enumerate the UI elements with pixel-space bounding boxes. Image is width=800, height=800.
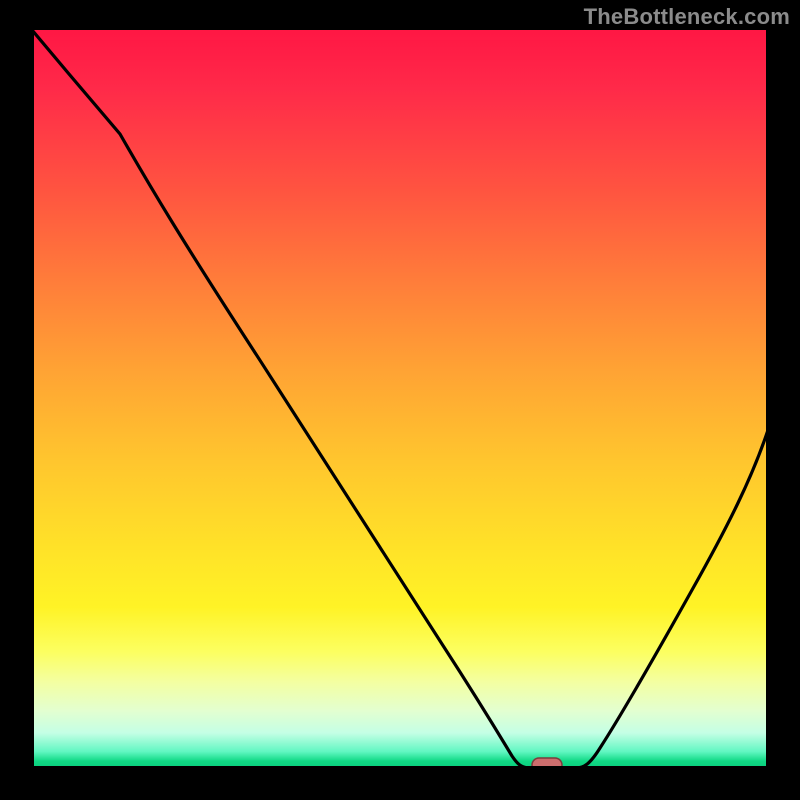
y-axis-right bbox=[766, 30, 770, 772]
bottleneck-curve bbox=[32, 30, 768, 768]
y-axis-left bbox=[30, 30, 34, 772]
x-axis bbox=[32, 766, 768, 770]
curve-layer bbox=[32, 30, 768, 770]
chart-container: TheBottleneck.com bbox=[0, 0, 800, 800]
plot-area bbox=[32, 30, 768, 770]
watermark-text: TheBottleneck.com bbox=[584, 4, 790, 30]
